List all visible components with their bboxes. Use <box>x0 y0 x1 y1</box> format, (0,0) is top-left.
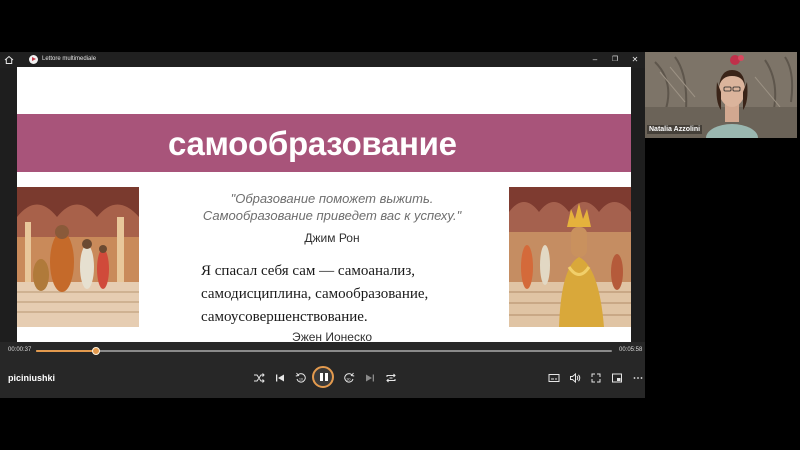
more-icon[interactable] <box>631 371 645 385</box>
playback-controls: 00:00:37 00:05:58 piciniushki 10 30 <box>0 342 645 398</box>
volume-icon[interactable] <box>568 371 582 385</box>
media-player-logo-icon <box>29 55 38 64</box>
quote-jim-rohn: "Образование поможет выжить. Самообразов… <box>187 190 477 224</box>
next-icon[interactable] <box>363 371 377 385</box>
quote-ionesco: Я спасал себя сам — самоанализ, самодисц… <box>201 260 461 329</box>
mini-player-icon[interactable] <box>610 371 624 385</box>
close-button[interactable]: ✕ <box>626 53 644 67</box>
fullscreen-icon[interactable] <box>589 371 603 385</box>
quote2-line2: самодисциплина, самообразование, <box>201 286 429 302</box>
current-time: 00:00:37 <box>8 347 32 353</box>
shuffle-icon[interactable] <box>252 371 266 385</box>
media-title: piciniushki <box>8 373 56 383</box>
forward-30-icon[interactable]: 30 <box>342 371 356 385</box>
quote1-author: Джим Рон <box>304 231 360 245</box>
quote2-line1: Я спасал себя сам — самоанализ, <box>201 263 416 279</box>
previous-icon[interactable] <box>273 371 287 385</box>
quote2-line3: самоусовершенствование. <box>201 309 368 325</box>
restore-button[interactable]: ❐ <box>606 53 624 67</box>
minimize-button[interactable]: – <box>586 53 604 67</box>
quote1-line1: "Образование поможет выжить. <box>230 191 434 206</box>
total-time: 00:05:58 <box>619 347 643 353</box>
home-icon[interactable] <box>4 55 14 65</box>
seek-bar[interactable] <box>36 347 612 355</box>
participant-name: Natalia Azzolini <box>647 125 703 134</box>
media-player-window: Lettore multimediale – ❐ ✕ самообразован… <box>0 52 645 398</box>
pause-button[interactable] <box>312 366 334 388</box>
seek-bar-thumb[interactable] <box>91 347 100 355</box>
svg-text:10: 10 <box>299 378 303 382</box>
rewind-10-icon[interactable]: 10 <box>294 371 308 385</box>
seek-bar-progress <box>36 350 96 352</box>
repeat-icon[interactable] <box>384 371 398 385</box>
slide-title: самообразование <box>168 125 457 162</box>
window-title: Lettore multimediale <box>42 56 97 62</box>
participant-video-tile[interactable]: Natalia Azzolini <box>645 52 797 138</box>
subtitles-icon[interactable] <box>547 371 561 385</box>
svg-text:30: 30 <box>347 378 351 382</box>
crowned-king-image <box>509 187 631 327</box>
palace-procession-image <box>17 187 139 327</box>
quote1-line2: Самообразование приведет вас к успеху." <box>202 208 462 223</box>
title-bar[interactable]: Lettore multimediale – ❐ ✕ <box>0 52 645 68</box>
